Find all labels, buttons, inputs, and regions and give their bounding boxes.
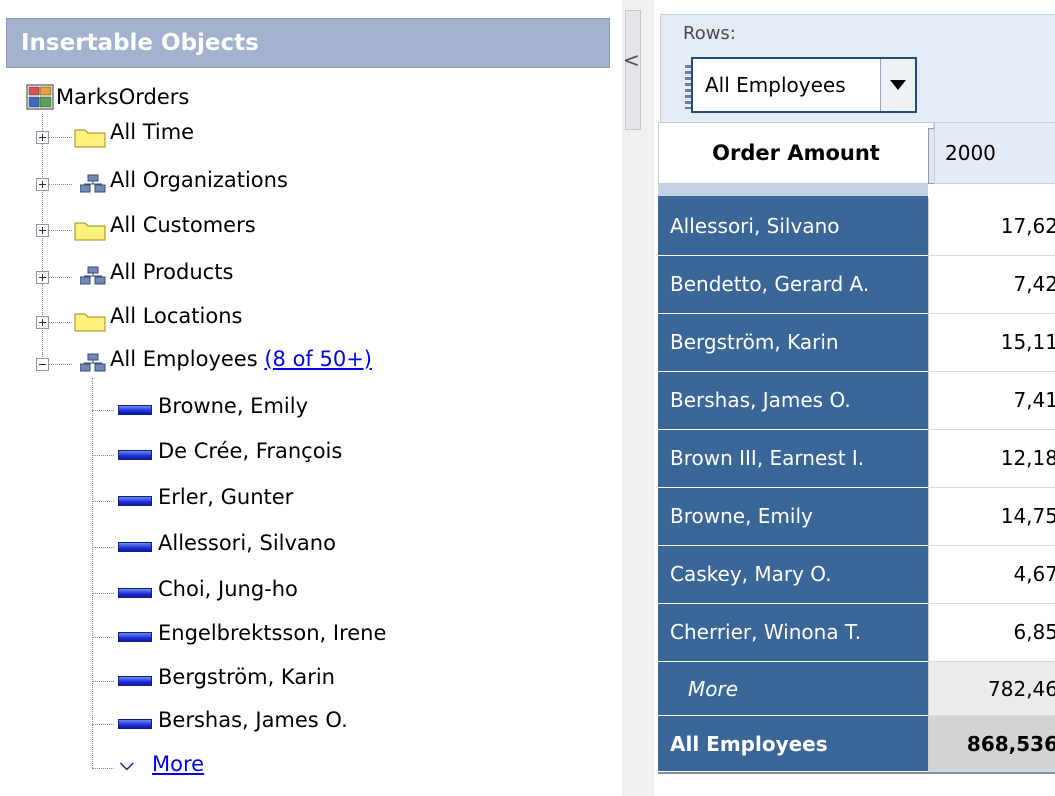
- tree-line: [48, 184, 72, 185]
- tree-line: [92, 768, 114, 769]
- tree-node-all-products[interactable]: All Products: [110, 260, 233, 284]
- row-header[interactable]: Caskey, Mary O.: [658, 546, 928, 604]
- member-item[interactable]: Erler, Gunter: [158, 485, 293, 509]
- dropdown-arrow-icon[interactable]: [880, 59, 915, 111]
- hierarchy-icon: [80, 174, 106, 193]
- member-icon: [118, 632, 152, 642]
- value-cell[interactable]: 17,62: [928, 198, 1055, 256]
- tree-line: [48, 230, 72, 231]
- row-header[interactable]: Bershas, James O.: [658, 372, 928, 430]
- member-item[interactable]: Bergström, Karin: [158, 665, 335, 689]
- tree-line: [92, 410, 114, 411]
- tree-node-all-locations[interactable]: All Locations: [110, 304, 242, 328]
- member-item[interactable]: Browne, Emily: [158, 394, 308, 418]
- header-separator: [658, 184, 928, 198]
- crosstab-grid: Order Amount 2000 Allessori, Silvano 17,…: [658, 122, 1055, 774]
- member-item[interactable]: Choi, Jung-ho: [158, 577, 298, 601]
- drag-handle-icon[interactable]: [685, 65, 691, 109]
- insertable-objects-panel: Insertable Objects MarksOrders All Time: [0, 0, 623, 796]
- collapse-panel-icon[interactable]: <: [623, 48, 640, 72]
- member-count-link[interactable]: (8 of 50+): [264, 347, 372, 371]
- tree-line: [92, 547, 114, 548]
- row-header[interactable]: Cherrier, Winona T.: [658, 604, 928, 662]
- rows-label: Rows:: [683, 23, 736, 44]
- member-item[interactable]: De Crée, François: [158, 439, 342, 463]
- tree-line: [92, 455, 114, 456]
- hierarchy-icon: [80, 353, 106, 372]
- more-value-cell[interactable]: 782,46: [928, 662, 1055, 716]
- total-value-cell[interactable]: 868,536: [928, 716, 1055, 772]
- member-icon: [118, 588, 152, 598]
- row-header[interactable]: Allessori, Silvano: [658, 198, 928, 256]
- tree-node-all-employees-label: All Employees: [110, 347, 258, 371]
- member-icon: [118, 405, 152, 415]
- tree-node-all-organizations[interactable]: All Organizations: [110, 168, 288, 192]
- member-icon: [118, 542, 152, 552]
- tree-line: [92, 637, 114, 638]
- tree-line: [92, 718, 93, 768]
- folder-icon: [74, 313, 106, 332]
- tree-line: [92, 681, 114, 682]
- value-cell[interactable]: 14,75: [928, 488, 1055, 546]
- folder-icon: [74, 222, 106, 241]
- member-icon: [118, 496, 152, 506]
- row-header[interactable]: Browne, Emily: [658, 488, 928, 546]
- value-cell[interactable]: 7,42: [928, 256, 1055, 314]
- member-icon: [118, 676, 152, 686]
- tree-line: [92, 593, 114, 594]
- tree-line: [48, 137, 72, 138]
- value-cell[interactable]: 6,85: [928, 604, 1055, 662]
- tree-node-all-time[interactable]: All Time: [110, 120, 194, 144]
- expand-icon[interactable]: [36, 316, 49, 329]
- tree-line: [48, 364, 72, 365]
- tree-line: [92, 501, 114, 502]
- column-header-2000[interactable]: 2000: [934, 122, 1055, 184]
- value-cell[interactable]: 4,67: [928, 546, 1055, 604]
- total-row-header[interactable]: All Employees: [658, 716, 928, 772]
- expand-icon[interactable]: [36, 178, 49, 191]
- row-header[interactable]: Bendetto, Gerard A.: [658, 256, 928, 314]
- tree-node-all-customers[interactable]: All Customers: [110, 213, 256, 237]
- expand-icon[interactable]: [36, 224, 49, 237]
- member-icon: [118, 450, 152, 460]
- measure-header[interactable]: Order Amount: [658, 122, 934, 184]
- value-cell[interactable]: 15,11: [928, 314, 1055, 372]
- member-item[interactable]: Engelbrektsson, Irene: [158, 621, 386, 645]
- tree-line: [48, 322, 72, 323]
- member-item[interactable]: Bershas, James O.: [158, 708, 348, 732]
- rows-dropdown-value: All Employees: [705, 73, 846, 97]
- value-cell[interactable]: 12,18: [928, 430, 1055, 488]
- rows-drop-zone[interactable]: Rows: All Employees: [660, 14, 1055, 126]
- member-item[interactable]: Allessori, Silvano: [158, 531, 336, 555]
- expand-icon[interactable]: [36, 271, 49, 284]
- more-link[interactable]: More: [152, 752, 204, 776]
- tree-line: [92, 378, 93, 718]
- expand-icon[interactable]: [36, 131, 49, 144]
- panel-splitter[interactable]: <: [622, 0, 654, 796]
- folder-icon: [74, 129, 106, 148]
- chevron-down-icon: ⌵: [120, 754, 134, 775]
- rows-dimension-dropdown[interactable]: All Employees: [685, 57, 917, 113]
- tree-line: [48, 277, 72, 278]
- collapse-icon[interactable]: [36, 358, 49, 371]
- row-header[interactable]: Brown III, Earnest I.: [658, 430, 928, 488]
- object-tree: MarksOrders All Time All Organizations A…: [0, 0, 622, 796]
- tree-root-label: MarksOrders: [56, 85, 190, 109]
- hierarchy-icon: [80, 266, 106, 285]
- more-row-header[interactable]: More: [658, 662, 928, 716]
- cube-icon: [26, 84, 54, 110]
- grid-bottom-border: [658, 772, 1055, 774]
- tree-line: [92, 724, 114, 725]
- tree-node-all-employees[interactable]: All Employees (8 of 50+): [110, 347, 372, 371]
- row-header[interactable]: Bergström, Karin: [658, 314, 928, 372]
- value-cell[interactable]: 7,41: [928, 372, 1055, 430]
- member-icon: [118, 719, 152, 729]
